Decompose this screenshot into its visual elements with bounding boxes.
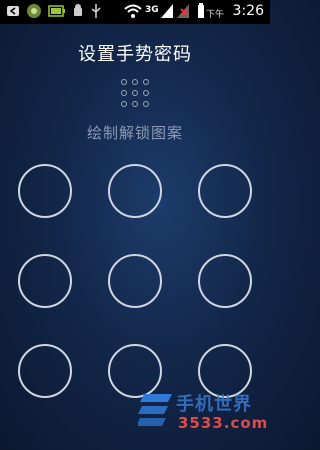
site-watermark: 手机世界 3533.com [136,386,268,446]
pattern-node-7[interactable] [18,344,72,398]
watermark-site: 3533.com [178,414,269,432]
pattern-node-1[interactable] [18,164,72,218]
watermark-logo-text: 手机世界 [176,394,252,415]
pattern-node-2[interactable] [108,164,162,218]
pattern-node-6[interactable] [198,254,252,308]
pattern-node-3[interactable] [198,164,252,218]
pattern-node-5[interactable] [108,254,162,308]
pattern-node-4[interactable] [18,254,72,308]
watermark-logo-icon [138,394,172,426]
pattern-lock-grid[interactable] [0,0,270,450]
